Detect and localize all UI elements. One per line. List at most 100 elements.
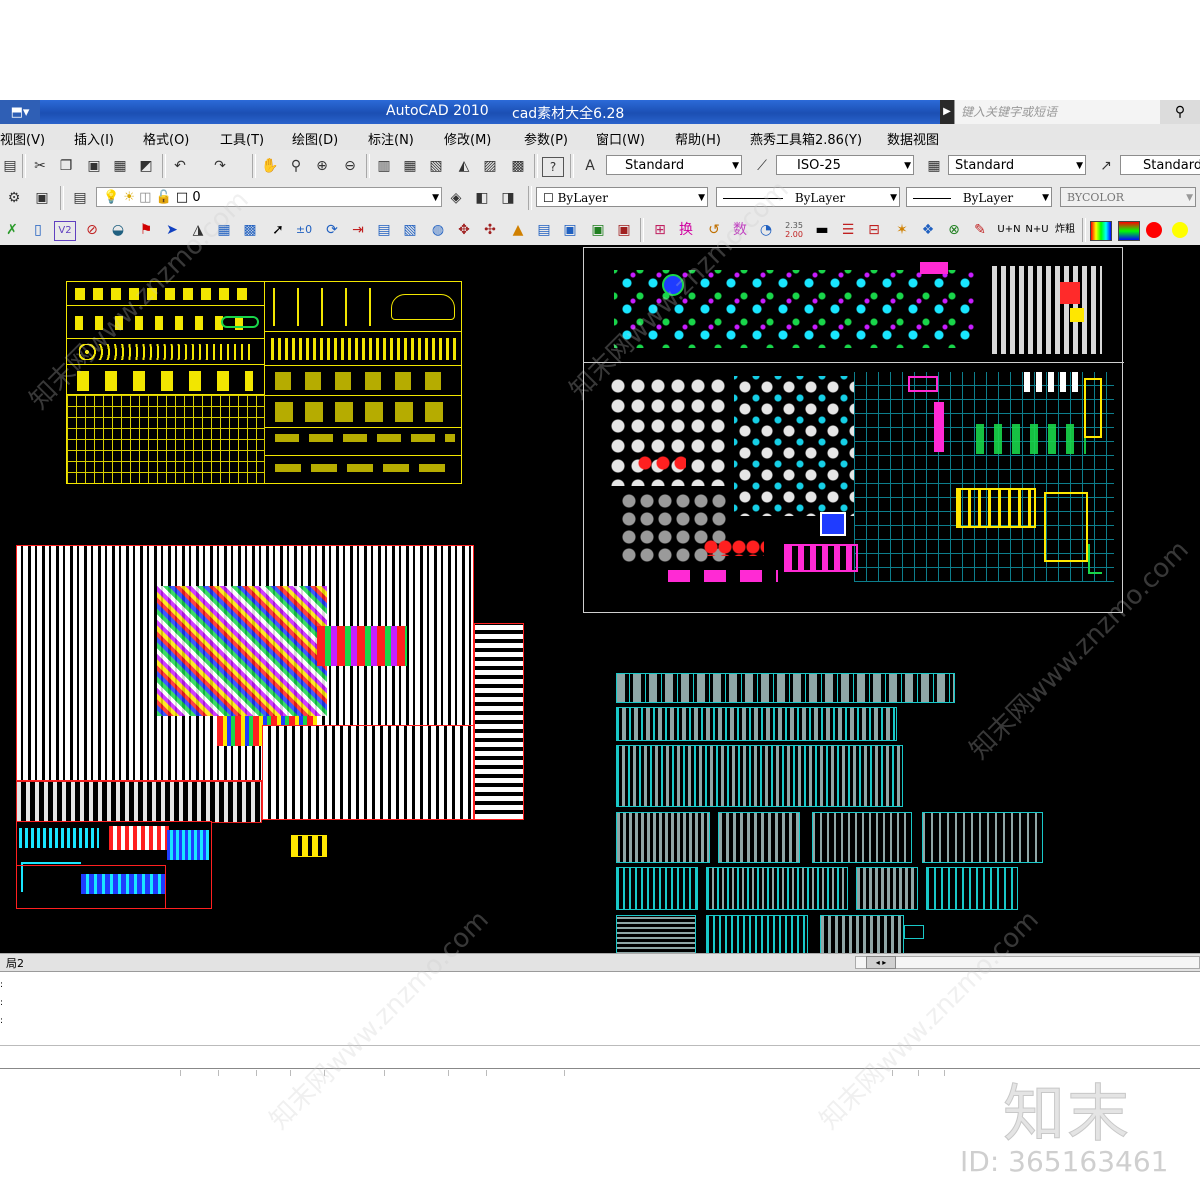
mirror-icon[interactable]: ◮	[188, 221, 208, 239]
tab-layout2[interactable]: 局2	[0, 955, 30, 971]
undo-icon[interactable]: ↶	[170, 157, 190, 175]
redo-icon[interactable]: ↷	[210, 157, 230, 175]
cyan-elevation-cell[interactable]	[820, 915, 904, 953]
menu-format[interactable]: 格式(O)	[143, 129, 189, 148]
list-icon[interactable]: ☰	[838, 221, 858, 239]
search-input[interactable]: 键入关键字或短语	[954, 100, 1160, 124]
swap-label[interactable]: 换	[676, 221, 696, 239]
pan-icon[interactable]: ✋	[260, 157, 280, 175]
binoculars-icon[interactable]: ⚲	[1160, 100, 1200, 124]
replace-icon[interactable]: ⊞	[650, 221, 670, 239]
make-current-layer-icon[interactable]: ◈	[446, 189, 466, 207]
menu-tools[interactable]: 工具(T)	[220, 129, 264, 148]
cyan-elevation-strip[interactable]	[616, 745, 903, 807]
menu-window[interactable]: 窗口(W)	[596, 129, 645, 148]
group-icon[interactable]: ❖	[918, 221, 938, 239]
cyan-elevation-cell[interactable]	[706, 867, 848, 910]
explode-icon[interactable]: ✶	[892, 221, 912, 239]
multileader-style-icon[interactable]: ↗	[1096, 157, 1116, 175]
table-style-icon[interactable]: ▦	[924, 157, 944, 175]
cyan-elevation-cell[interactable]	[812, 812, 912, 863]
cyan-elevation-cell[interactable]	[856, 867, 918, 910]
command-line[interactable]: : : :	[0, 971, 1200, 1069]
cyan-elevation-cell[interactable]	[922, 812, 1043, 863]
cyan-elevation-cell[interactable]	[706, 915, 808, 953]
menu-help[interactable]: 帮助(H)	[675, 129, 721, 148]
copy-block-icon[interactable]: ▣	[560, 221, 580, 239]
cut-icon[interactable]: ✂	[30, 157, 50, 175]
scrollbar-thumb[interactable]: ◂ ▸	[866, 956, 896, 969]
color-palette-icon[interactable]	[1090, 221, 1112, 241]
drawing-canvas[interactable]	[0, 245, 1200, 953]
layer-previous-icon[interactable]: ◧	[472, 189, 492, 207]
hatch-icon[interactable]: ◒	[108, 221, 128, 239]
draw-tool-icon[interactable]: ✗	[2, 221, 22, 239]
menu-dimension[interactable]: 标注(N)	[368, 129, 414, 148]
tool-palettes-icon[interactable]: ▧	[426, 157, 446, 175]
arrow-cursor-icon[interactable]: ➚	[268, 221, 288, 239]
horizontal-scrollbar[interactable]	[855, 956, 1200, 969]
rotate-icon[interactable]: ⟳	[322, 221, 342, 239]
save-icon[interactable]: ▣	[588, 221, 608, 239]
extend-icon[interactable]: ⇥	[348, 221, 368, 239]
v2-icon[interactable]: V2	[54, 221, 76, 241]
lineweight-select[interactable]: ByLayer ▼	[906, 187, 1052, 207]
cyan-elevation-strip[interactable]	[616, 673, 955, 703]
zoom-previous-icon[interactable]: ⊖	[340, 157, 360, 175]
cyan-elevation-strip[interactable]	[616, 707, 897, 741]
design-center-icon[interactable]: ▦	[400, 157, 420, 175]
color-select[interactable]: ☐ ByLayer ▼	[536, 187, 708, 207]
layer-isolate-icon[interactable]: ◨	[498, 189, 518, 207]
zoom-window-icon[interactable]: ⊕	[312, 157, 332, 175]
cyan-elevation-cell[interactable]	[616, 812, 710, 863]
layer-walk-icon[interactable]: ▬	[812, 221, 832, 239]
yellow-block-library[interactable]	[66, 281, 462, 484]
cyan-elevation-cell[interactable]	[718, 812, 800, 863]
yellow-mini-block[interactable]	[291, 835, 327, 857]
linetype-select[interactable]: ByLayer ▼	[716, 187, 900, 207]
help-icon[interactable]: ?	[542, 157, 564, 177]
orbit-icon[interactable]: ↺	[704, 221, 724, 239]
scale-icon[interactable]: ✥	[454, 221, 474, 239]
polyline-icon[interactable]: ▯	[28, 221, 48, 239]
properties-icon[interactable]: ▥	[374, 157, 394, 175]
array-icon[interactable]: ▦	[214, 221, 234, 239]
menu-parametric[interactable]: 参数(P)	[524, 129, 568, 148]
flag-icon[interactable]: ⚑	[136, 221, 156, 239]
insert-block-icon[interactable]: ▤	[534, 221, 554, 239]
menu-view[interactable]: 视图(V)	[0, 129, 45, 148]
no-entry-icon[interactable]: ⊘	[82, 221, 102, 239]
stretch-icon[interactable]: ✣	[480, 221, 500, 239]
layer-state-icon[interactable]: ▣	[32, 189, 52, 207]
layer-manager-icon[interactable]: ▤	[70, 189, 90, 207]
markup-icon[interactable]: ▨	[480, 157, 500, 175]
table-style-select[interactable]: Standard ▼	[948, 155, 1086, 175]
cyan-elevation-cell[interactable]	[926, 867, 1018, 910]
elevation-icon[interactable]: ±0	[294, 221, 314, 239]
pointer-icon[interactable]: ➤	[162, 221, 182, 239]
cone-icon[interactable]: ▲	[508, 221, 528, 239]
cyan-elevation-cell[interactable]	[616, 867, 698, 910]
colored-block-library[interactable]	[583, 247, 1124, 613]
globe-icon[interactable]: ◍	[428, 221, 448, 239]
gradient-icon[interactable]	[1118, 221, 1140, 241]
gear-icon[interactable]: ⚙	[4, 189, 24, 207]
cyan-elevation-cell[interactable]	[616, 915, 696, 953]
text-style-icon[interactable]: A	[580, 157, 600, 175]
block-icon[interactable]: ▧	[400, 221, 420, 239]
red-color-button[interactable]	[1146, 222, 1162, 238]
match-properties-icon[interactable]: ▦	[110, 157, 130, 175]
explode-bold-button[interactable]: 炸粗	[1052, 221, 1078, 239]
sheet-set-icon[interactable]: ◭	[454, 157, 474, 175]
u-plus-n-button[interactable]: U+N	[996, 221, 1022, 239]
text-edit-icon[interactable]: ✎	[970, 221, 990, 239]
menu-draw[interactable]: 绘图(D)	[292, 129, 338, 148]
table-icon[interactable]: ⊟	[864, 221, 884, 239]
new-icon[interactable]: ▤	[0, 157, 20, 175]
grid-icon[interactable]: ▩	[240, 221, 260, 239]
layer-select[interactable]: 💡 ☀ ◫ 🔓 □ 0 ▼	[96, 187, 442, 207]
document-icon[interactable]: ▤	[374, 221, 394, 239]
number-label[interactable]: 数	[730, 221, 750, 239]
menu-modify[interactable]: 修改(M)	[444, 129, 491, 148]
application-menu-button[interactable]: ⬒▾	[0, 100, 40, 124]
